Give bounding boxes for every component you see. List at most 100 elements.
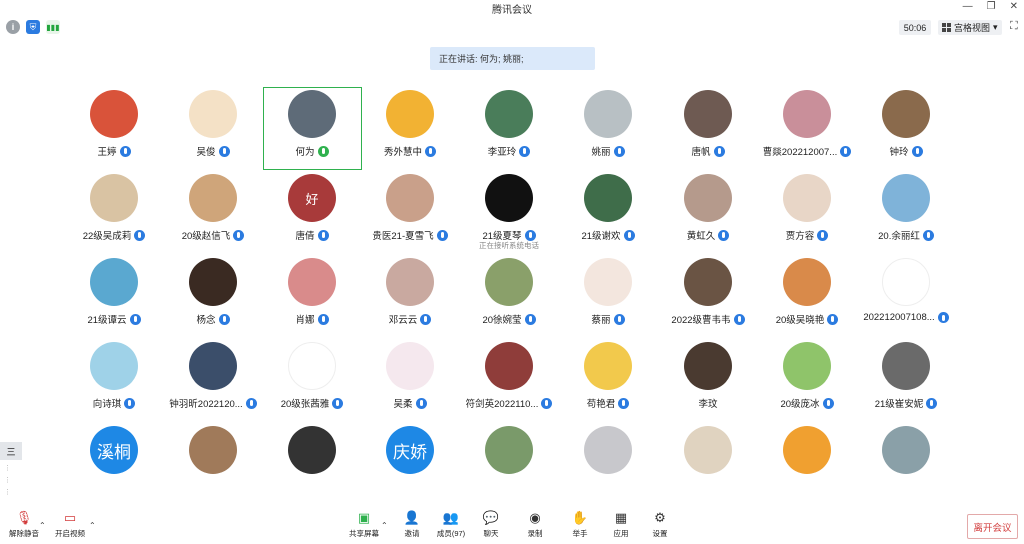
participant-name-row: 苟艳君 bbox=[559, 396, 657, 410]
participant-name-row: 秀外慧中 bbox=[361, 144, 459, 158]
participant-tile[interactable]: 钟玲 bbox=[857, 90, 955, 170]
participant-tile[interactable]: 钟羽昕2022120... bbox=[164, 342, 262, 422]
participant-tile[interactable]: 22级吴成莉 bbox=[65, 174, 163, 254]
participant-tile[interactable]: 贵医21-夏雪飞 bbox=[361, 174, 459, 254]
title-bar: 腾讯会议 — ❐ ✕ bbox=[0, 0, 1024, 16]
participant-tile[interactable] bbox=[758, 426, 856, 474]
participant-tile[interactable]: 21级崔安妮 bbox=[857, 342, 955, 422]
participant-tile[interactable]: 20级赵信飞 bbox=[164, 174, 262, 254]
participant-tile[interactable]: 唐帆 bbox=[659, 90, 757, 170]
participant-tile[interactable]: 吴柔 bbox=[361, 342, 459, 422]
mic-icon bbox=[840, 145, 852, 157]
participant-name: 唐倩 bbox=[295, 231, 315, 242]
mic-icon bbox=[218, 145, 230, 157]
participant-tile[interactable]: 李玟 bbox=[659, 342, 757, 422]
avatar bbox=[584, 90, 632, 138]
participant-tile[interactable]: 蔡丽 bbox=[559, 258, 657, 338]
mic-off-icon: 🎙 bbox=[15, 510, 33, 525]
participant-tile[interactable]: 杨念 bbox=[164, 258, 262, 338]
mic-icon bbox=[926, 397, 938, 409]
participant-tile[interactable]: 21级夏琴 正在接听系统电话 bbox=[460, 174, 558, 254]
gear-icon: ⚙ bbox=[654, 510, 666, 525]
participant-tile[interactable]: 溪桐 bbox=[65, 426, 163, 474]
participant-tile[interactable]: 贾方容 bbox=[758, 174, 856, 254]
mic-icon bbox=[618, 397, 630, 409]
participant-tile[interactable]: 黄虹久 bbox=[659, 174, 757, 254]
participant-tile[interactable]: 肖娜 bbox=[263, 258, 361, 338]
mic-icon bbox=[922, 229, 934, 241]
participant-tile[interactable]: 秀外慧中 bbox=[361, 90, 459, 170]
info-icon[interactable]: i bbox=[6, 20, 20, 34]
chat-button[interactable]: 💬 聊天 bbox=[471, 510, 511, 539]
participant-tile[interactable] bbox=[460, 426, 558, 474]
participant-tile[interactable]: 20级张茜雅 bbox=[263, 342, 361, 422]
participant-name: 钟羽昕2022120... bbox=[169, 399, 243, 410]
participant-name-row: 21级崔安妮 bbox=[857, 396, 955, 410]
apps-button[interactable]: ▦ 应用 bbox=[601, 510, 641, 539]
participant-tile[interactable]: 2022级曹韦韦 bbox=[659, 258, 757, 338]
participant-tile[interactable]: 20级吴晓艳 bbox=[758, 258, 856, 338]
participant-tile[interactable] bbox=[559, 426, 657, 474]
participant-tile[interactable]: 曹燚202212007... bbox=[758, 90, 856, 170]
participant-tile[interactable] bbox=[263, 426, 361, 474]
participant-tile[interactable]: 吴俊 bbox=[164, 90, 262, 170]
participant-tile[interactable]: 向诗琪 bbox=[65, 342, 163, 422]
mic-icon bbox=[317, 229, 329, 241]
avatar bbox=[684, 174, 732, 222]
participant-tile[interactable] bbox=[164, 426, 262, 474]
leave-meeting-button[interactable]: 离开会议 bbox=[967, 514, 1018, 539]
participant-tile[interactable] bbox=[659, 426, 757, 474]
avatar bbox=[288, 258, 336, 306]
video-off-icon: ▭ bbox=[63, 510, 77, 525]
fullscreen-icon[interactable]: ⛶ bbox=[1010, 20, 1018, 33]
participant-name-row: 李亚玲 bbox=[460, 144, 558, 158]
raise-hand-button[interactable]: ✋ 举手 bbox=[560, 510, 600, 539]
participant-tile[interactable]: 庆娇 bbox=[361, 426, 459, 474]
avatar: 好 bbox=[288, 174, 336, 222]
restore-icon[interactable]: ❐ bbox=[987, 1, 996, 12]
close-icon[interactable]: ✕ bbox=[1010, 1, 1018, 12]
members-button[interactable]: 👥 成员(97) bbox=[431, 510, 471, 539]
participant-name: 20.余丽红 bbox=[878, 231, 920, 242]
participant-tile[interactable]: 21级谭云 bbox=[65, 258, 163, 338]
mic-icon bbox=[718, 229, 730, 241]
participant-tile[interactable]: 20级庞冰 bbox=[758, 342, 856, 422]
avatar bbox=[189, 90, 237, 138]
signal-icon[interactable]: ▮▮▮ bbox=[46, 20, 60, 34]
participant-name-row: 向诗琪 bbox=[65, 396, 163, 410]
participant-tile[interactable]: 202212007108... bbox=[857, 258, 955, 338]
participant-name: 贾方容 bbox=[785, 231, 815, 242]
record-button[interactable]: ◉ 录制 bbox=[515, 510, 555, 539]
mute-options-caret[interactable]: ⌃ bbox=[39, 521, 46, 530]
participant-tile[interactable]: 李亚玲 bbox=[460, 90, 558, 170]
invite-button[interactable]: 👤 邀请 bbox=[392, 510, 432, 539]
settings-button[interactable]: ⚙ 设置 bbox=[640, 510, 680, 539]
chevron-down-icon: ▾ bbox=[993, 22, 998, 32]
minimize-icon[interactable]: — bbox=[963, 1, 973, 12]
participant-tile[interactable]: 姚丽 bbox=[559, 90, 657, 170]
participant-tile[interactable]: 20.余丽红 bbox=[857, 174, 955, 254]
mic-icon bbox=[415, 397, 427, 409]
participant-name: 李亚玲 bbox=[487, 147, 517, 158]
participant-tile[interactable] bbox=[857, 426, 955, 474]
participant-tile[interactable]: 好唐倩 bbox=[263, 174, 361, 254]
participant-tile[interactable]: 符剑英2022110... bbox=[460, 342, 558, 422]
participant-name: 黄虹久 bbox=[686, 231, 716, 242]
view-mode-button[interactable]: 宫格视图 ▾ bbox=[938, 20, 1002, 35]
share-screen-button[interactable]: ▣ 共享屏幕 bbox=[344, 510, 384, 539]
side-panel-tab[interactable]: 三 bbox=[0, 442, 22, 460]
video-button[interactable]: ▭ 开启视频 bbox=[50, 510, 90, 539]
participant-tile[interactable]: 20徐婉莹 bbox=[460, 258, 558, 338]
avatar bbox=[485, 258, 533, 306]
mute-button[interactable]: 🎙 解除静音 bbox=[4, 510, 44, 539]
participant-tile[interactable]: 21级谢欢 bbox=[559, 174, 657, 254]
participant-tile[interactable]: 王婷 bbox=[65, 90, 163, 170]
mic-icon bbox=[524, 229, 536, 241]
participant-tile[interactable]: 苟艳君 bbox=[559, 342, 657, 422]
share-options-caret[interactable]: ⌃ bbox=[381, 521, 388, 530]
mic-icon bbox=[822, 397, 834, 409]
avatar bbox=[684, 90, 732, 138]
video-options-caret[interactable]: ⌃ bbox=[89, 521, 96, 530]
participant-tile[interactable]: 邓云云 bbox=[361, 258, 459, 338]
shield-icon[interactable]: ⛨ bbox=[26, 20, 40, 34]
